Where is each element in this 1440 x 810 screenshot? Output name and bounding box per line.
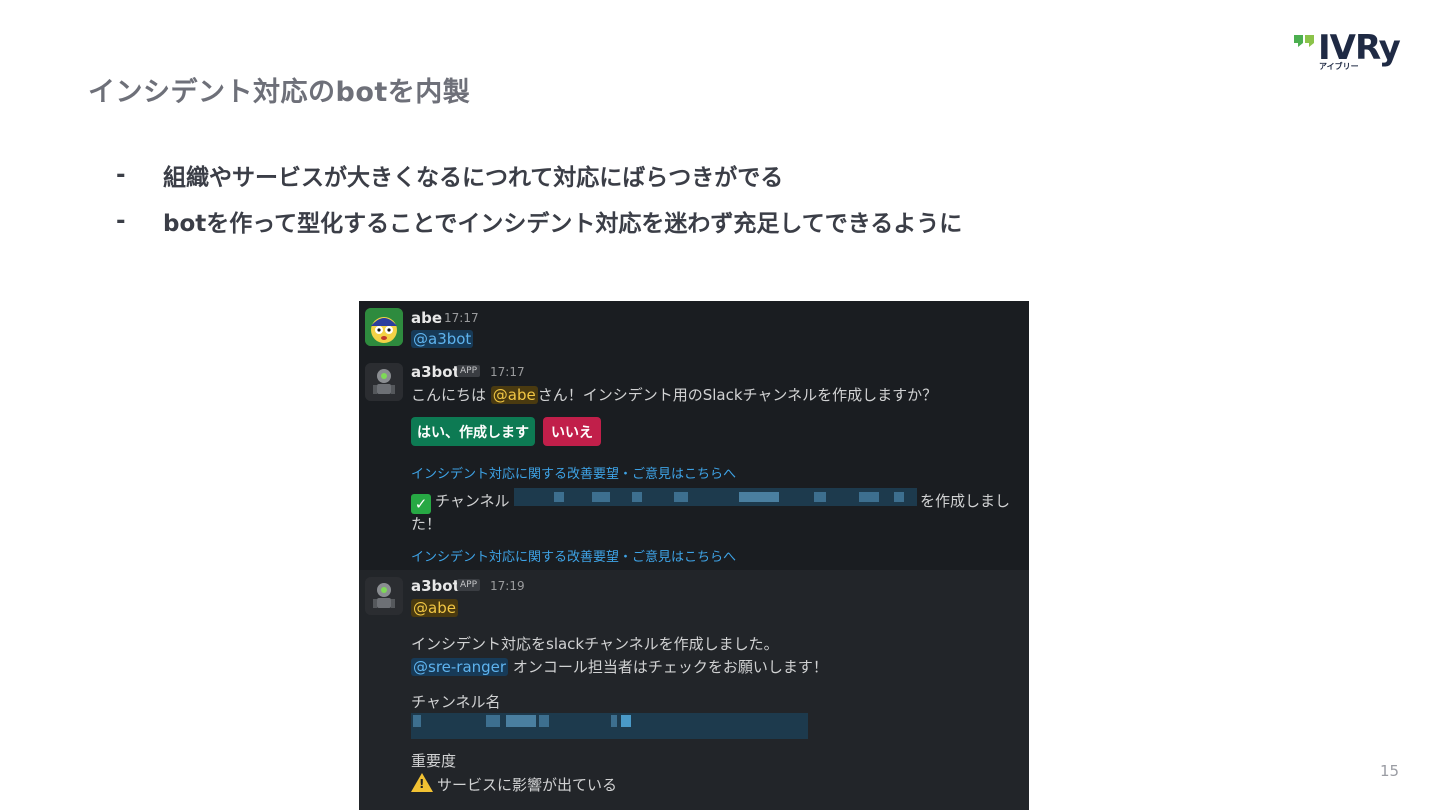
bullet-item: - botを作って型化することでインシデント対応を迷わず充足してできるように	[116, 198, 962, 244]
bullet-marker: -	[116, 162, 126, 188]
user-mention[interactable]: @a3bot	[411, 330, 474, 348]
logo-mark-icon	[1294, 35, 1314, 47]
field-label: 重要度	[411, 752, 457, 770]
check-mark-icon: ✓	[411, 494, 431, 514]
author-name[interactable]: a3bot	[411, 577, 460, 595]
created-suffix: を作成しまし	[920, 492, 1011, 510]
message-text: @abe	[411, 599, 458, 617]
feedback-link[interactable]: インシデント対応に関する改善要望・ご意見はこちらへ	[411, 463, 736, 482]
avatar[interactable]	[365, 577, 403, 615]
page-number: 15	[1380, 762, 1400, 780]
robot-avatar-icon	[365, 577, 403, 615]
robot-avatar-icon	[365, 363, 403, 401]
slack-message: abe 17:17 @a3bot	[359, 301, 1029, 357]
decline-button[interactable]: いいえ	[543, 417, 601, 446]
message-text: インシデント対応をslackチャンネルを作成しました。	[411, 635, 779, 653]
user-mention[interactable]: @abe	[490, 386, 538, 404]
avatar[interactable]	[365, 363, 403, 401]
author-name[interactable]: abe	[411, 309, 442, 327]
slack-message: a3bot APP 17:17 こんにちは @abe さん！インシデント用のSla…	[359, 357, 1029, 570]
ivry-logo: IVRy アイブリー	[1292, 28, 1412, 74]
oncall-request-text: オンコール担当者はチェックをお願いします！	[508, 658, 828, 676]
user-mention[interactable]: @abe	[411, 599, 458, 617]
severity-text: サービスに影響が出ている	[437, 776, 618, 794]
abe-avatar-icon	[365, 308, 403, 346]
created-wrap: た！	[411, 515, 442, 533]
slide-title: インシデント対応のbotを内製	[88, 77, 471, 108]
feedback-link[interactable]: インシデント対応に関する改善要望・ご意見はこちらへ	[411, 546, 736, 565]
greeting-prefix: こんにちは	[411, 386, 491, 404]
field-label: チャンネル名	[411, 693, 501, 711]
app-badge: APP	[457, 579, 481, 591]
avatar[interactable]	[365, 308, 403, 346]
slack-screenshot: abe 17:17 @a3bot a3bot APP 17:17 こんにちは @…	[359, 301, 1029, 810]
message-text: こんにちは @abe さん！インシデント用のSlackチャンネルを作成しますか？	[411, 384, 937, 405]
message-text: @sre-ranger オンコール担当者はチェックをお願いします！	[411, 656, 828, 677]
warning-icon	[411, 773, 433, 792]
bullet-marker: -	[116, 208, 126, 234]
author-name[interactable]: a3bot	[411, 363, 460, 381]
redacted-channel-name	[411, 713, 808, 739]
channel-created-text: ✓ チャンネル	[411, 490, 510, 514]
bullet-text: botを作って型化することでインシデント対応を迷わず充足してできるように	[163, 211, 963, 237]
bullet-text: 組織やサービスが大きくなるにつれて対応にばらつきがでる	[163, 165, 784, 191]
timestamp[interactable]: 17:17	[490, 365, 525, 379]
timestamp[interactable]: 17:17	[444, 311, 479, 325]
bullet-list: - 組織やサービスが大きくなるにつれて対応にばらつきがでる - botを作って型…	[116, 152, 962, 244]
redacted-channel-name	[514, 488, 917, 506]
timestamp[interactable]: 17:19	[490, 579, 525, 593]
create-channel-button[interactable]: はい、作成します	[411, 417, 535, 446]
severity-value: サービスに影響が出ている	[411, 773, 617, 795]
created-prefix: チャンネル	[435, 492, 510, 510]
slack-message: a3bot APP 17:19 @abe インシデント対応をslackチャンネル…	[359, 570, 1029, 810]
message-text: @a3bot	[411, 330, 474, 348]
bullet-item: - 組織やサービスが大きくなるにつれて対応にばらつきがでる	[116, 152, 962, 198]
app-badge: APP	[457, 365, 481, 377]
greeting-suffix: さん！インシデント用のSlackチャンネルを作成しますか？	[537, 386, 938, 404]
logo-subtext: アイブリー	[1319, 62, 1359, 71]
group-mention[interactable]: @sre-ranger	[411, 658, 509, 676]
